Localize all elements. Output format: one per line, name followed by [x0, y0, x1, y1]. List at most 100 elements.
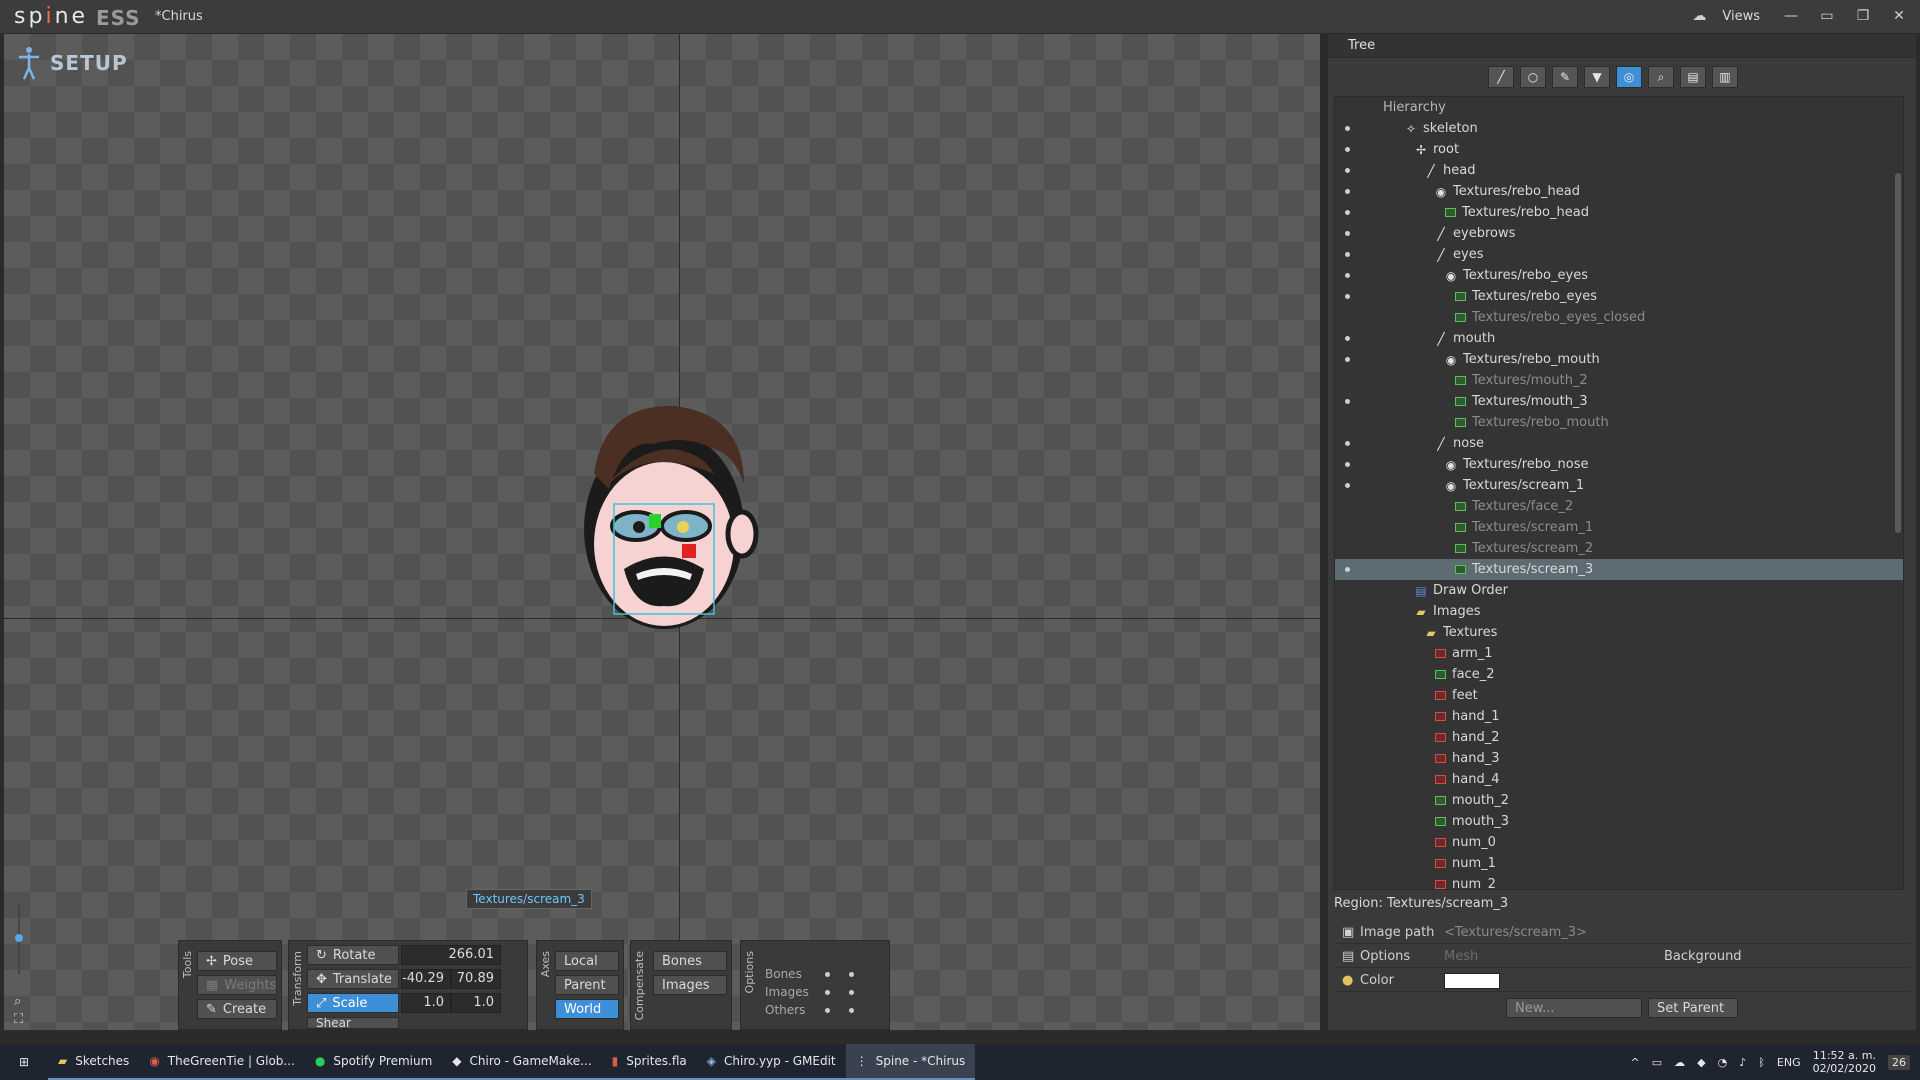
tree-row-hand-2[interactable]: hand_2: [1335, 727, 1903, 748]
pose-button[interactable]: ✢ Pose: [197, 951, 277, 971]
bones-select-toggle[interactable]: [825, 972, 830, 977]
taskbar-animate[interactable]: ▮ Sprites.fla: [601, 1044, 697, 1080]
slot-filter-button[interactable]: ○: [1520, 66, 1546, 88]
rotate-button[interactable]: ↻ Rotate: [307, 945, 399, 965]
tree-row-head[interactable]: ╱ head: [1335, 160, 1903, 181]
tree-scrollbar[interactable]: [1895, 173, 1901, 533]
tree-row-face-2-image[interactable]: Textures/face_2: [1335, 496, 1903, 517]
fit-view-icon[interactable]: ⛶: [14, 1012, 23, 1027]
battery-icon[interactable]: ▭: [1652, 1056, 1662, 1069]
tree-row-images[interactable]: ▰ Images: [1335, 601, 1903, 622]
expand-button[interactable]: ▥: [1712, 66, 1738, 88]
set-parent-button[interactable]: Set Parent: [1648, 998, 1738, 1018]
tree-row-root[interactable]: ✢ root: [1335, 139, 1903, 160]
shear-button[interactable]: Shear: [307, 1016, 399, 1030]
bones-visible-toggle[interactable]: [849, 972, 854, 977]
tree-row-num-1[interactable]: num_1: [1335, 853, 1903, 874]
cloud-icon[interactable]: ☁: [1686, 5, 1712, 27]
translate-x-value[interactable]: -40.29: [401, 969, 451, 989]
zoom-slider[interactable]: [14, 904, 24, 984]
rotate-value[interactable]: 266.01: [401, 945, 501, 965]
minimize-button[interactable]: —: [1778, 5, 1804, 27]
close-button[interactable]: ✕: [1886, 5, 1912, 27]
translate-button[interactable]: ✥ Translate: [307, 969, 399, 989]
tree-row-mouth-2[interactable]: mouth_2: [1335, 790, 1903, 811]
scale-x-value[interactable]: 1.0: [401, 993, 451, 1013]
scale-y-value[interactable]: 1.0: [451, 993, 501, 1013]
color-swatch[interactable]: [1444, 973, 1500, 989]
wifi-icon[interactable]: ◔: [1718, 1056, 1728, 1069]
tree-row-skeleton[interactable]: ✧ skeleton: [1335, 118, 1903, 139]
compensate-bones-button[interactable]: Bones: [653, 951, 727, 971]
tree-row-scream-3-image[interactable]: Textures/scream_3: [1335, 559, 1903, 580]
clock[interactable]: 11:52 a. m. 02/02/2020: [1813, 1049, 1876, 1075]
viewport[interactable]: SETUP Textures/scream_3 ⌕ ⛶: [4, 34, 1320, 1030]
translate-y-value[interactable]: 70.89: [451, 969, 501, 989]
restore-button[interactable]: ▭: [1814, 5, 1840, 27]
tree-row-nose[interactable]: ╱ nose: [1335, 433, 1903, 454]
tree-row-arm-1[interactable]: arm_1: [1335, 643, 1903, 664]
tree-row-mouth-2-image[interactable]: Textures/mouth_2: [1335, 370, 1903, 391]
tree-row-hand-3[interactable]: hand_3: [1335, 748, 1903, 769]
local-button[interactable]: Local: [555, 951, 619, 971]
zoom-icon[interactable]: ⌕: [14, 994, 21, 1009]
tree-row-rebo-nose-slot[interactable]: ◉ Textures/rebo_nose: [1335, 454, 1903, 475]
taskbar-spine[interactable]: ⋮ Spine - *Chirus: [845, 1044, 976, 1080]
tree-row-eyes[interactable]: ╱ eyes: [1335, 244, 1903, 265]
tree-row-rebo-mouth-slot[interactable]: ◉ Textures/rebo_mouth: [1335, 349, 1903, 370]
language-indicator[interactable]: ENG: [1777, 1056, 1801, 1069]
tree-row-hand-4[interactable]: hand_4: [1335, 769, 1903, 790]
tree-row-rebo-head-image[interactable]: Textures/rebo_head: [1335, 202, 1903, 223]
images-select-toggle[interactable]: [825, 990, 830, 995]
tree-row-rebo-eyes-slot[interactable]: ◉ Textures/rebo_eyes: [1335, 265, 1903, 286]
notification-badge[interactable]: 26: [1888, 1054, 1910, 1070]
bone-filter-button[interactable]: ╱: [1488, 66, 1514, 88]
tree-row-scream-2-image[interactable]: Textures/scream_2: [1335, 538, 1903, 559]
dropbox-icon[interactable]: ◆: [1697, 1056, 1705, 1069]
taskbar-chrome[interactable]: ◉ TheGreenTie | Glob...: [139, 1044, 305, 1080]
taskbar-spotify[interactable]: ● Spotify Premium: [304, 1044, 443, 1080]
create-button[interactable]: ✎ Create: [197, 999, 277, 1019]
onedrive-icon[interactable]: ☁: [1674, 1056, 1685, 1069]
tree-row-feet[interactable]: feet: [1335, 685, 1903, 706]
scale-button[interactable]: ⤢ Scale: [307, 993, 399, 1013]
filter-button[interactable]: ▼: [1584, 66, 1610, 88]
tree-row-num-2[interactable]: num_2: [1335, 874, 1903, 889]
tree-row-scream-1-image[interactable]: Textures/scream_1: [1335, 517, 1903, 538]
new-button[interactable]: New...: [1506, 998, 1642, 1018]
compensate-images-button[interactable]: Images: [653, 975, 727, 995]
maximize-button[interactable]: ❐: [1850, 5, 1876, 27]
tree-row-textures-folder[interactable]: ▰ Textures: [1335, 622, 1903, 643]
taskbar-sketches[interactable]: ▰ Sketches: [48, 1044, 140, 1080]
world-button[interactable]: World: [555, 999, 619, 1019]
chevron-up-icon[interactable]: ^: [1631, 1056, 1640, 1069]
images-visible-toggle[interactable]: [849, 990, 854, 995]
hierarchy-tree[interactable]: Hierarchy ✧ skeleton ✢ root ╱ head ◉ Texture…: [1334, 96, 1904, 890]
tree-row-rebo-eyes-image[interactable]: Textures/rebo_eyes: [1335, 286, 1903, 307]
tree-row-mouth[interactable]: ╱ mouth: [1335, 328, 1903, 349]
views-menu[interactable]: Views: [1722, 9, 1760, 24]
tree-row-rebo-head-slot[interactable]: ◉ Textures/rebo_head: [1335, 181, 1903, 202]
tree-row-eyebrows[interactable]: ╱ eyebrows: [1335, 223, 1903, 244]
edit-filter-button[interactable]: ✎: [1552, 66, 1578, 88]
mesh-checkbox[interactable]: Mesh: [1444, 949, 1478, 964]
tree-row-draw-order[interactable]: ▤ Draw Order: [1335, 580, 1903, 601]
start-button[interactable]: ⊞: [0, 1044, 48, 1080]
tree-row-num-0[interactable]: num_0: [1335, 832, 1903, 853]
search-button[interactable]: ⌕: [1648, 66, 1674, 88]
focus-button[interactable]: ◎: [1616, 66, 1642, 88]
others-select-toggle[interactable]: [825, 1008, 830, 1013]
taskbar-gmedit[interactable]: ◈ Chiro.yyp - GMEdit: [696, 1044, 846, 1080]
tree-row-rebo-eyes-closed-image[interactable]: Textures/rebo_eyes_closed: [1335, 307, 1903, 328]
collapse-button[interactable]: ▤: [1680, 66, 1706, 88]
bluetooth-icon[interactable]: ᛒ: [1758, 1056, 1765, 1069]
image-path-value[interactable]: <Textures/scream_3>: [1444, 925, 1587, 940]
tree-row-mouth-3-image[interactable]: Textures/mouth_3: [1335, 391, 1903, 412]
tree-row-rebo-mouth-image[interactable]: Textures/rebo_mouth: [1335, 412, 1903, 433]
volume-icon[interactable]: ♪: [1739, 1056, 1746, 1069]
background-checkbox[interactable]: Background: [1664, 949, 1742, 964]
tree-row-mouth-3[interactable]: mouth_3: [1335, 811, 1903, 832]
taskbar-gamemaker[interactable]: ◆ Chiro - GameMake...: [442, 1044, 602, 1080]
tree-row-scream-1-slot[interactable]: ◉ Textures/scream_1: [1335, 475, 1903, 496]
parent-button[interactable]: Parent: [555, 975, 619, 995]
